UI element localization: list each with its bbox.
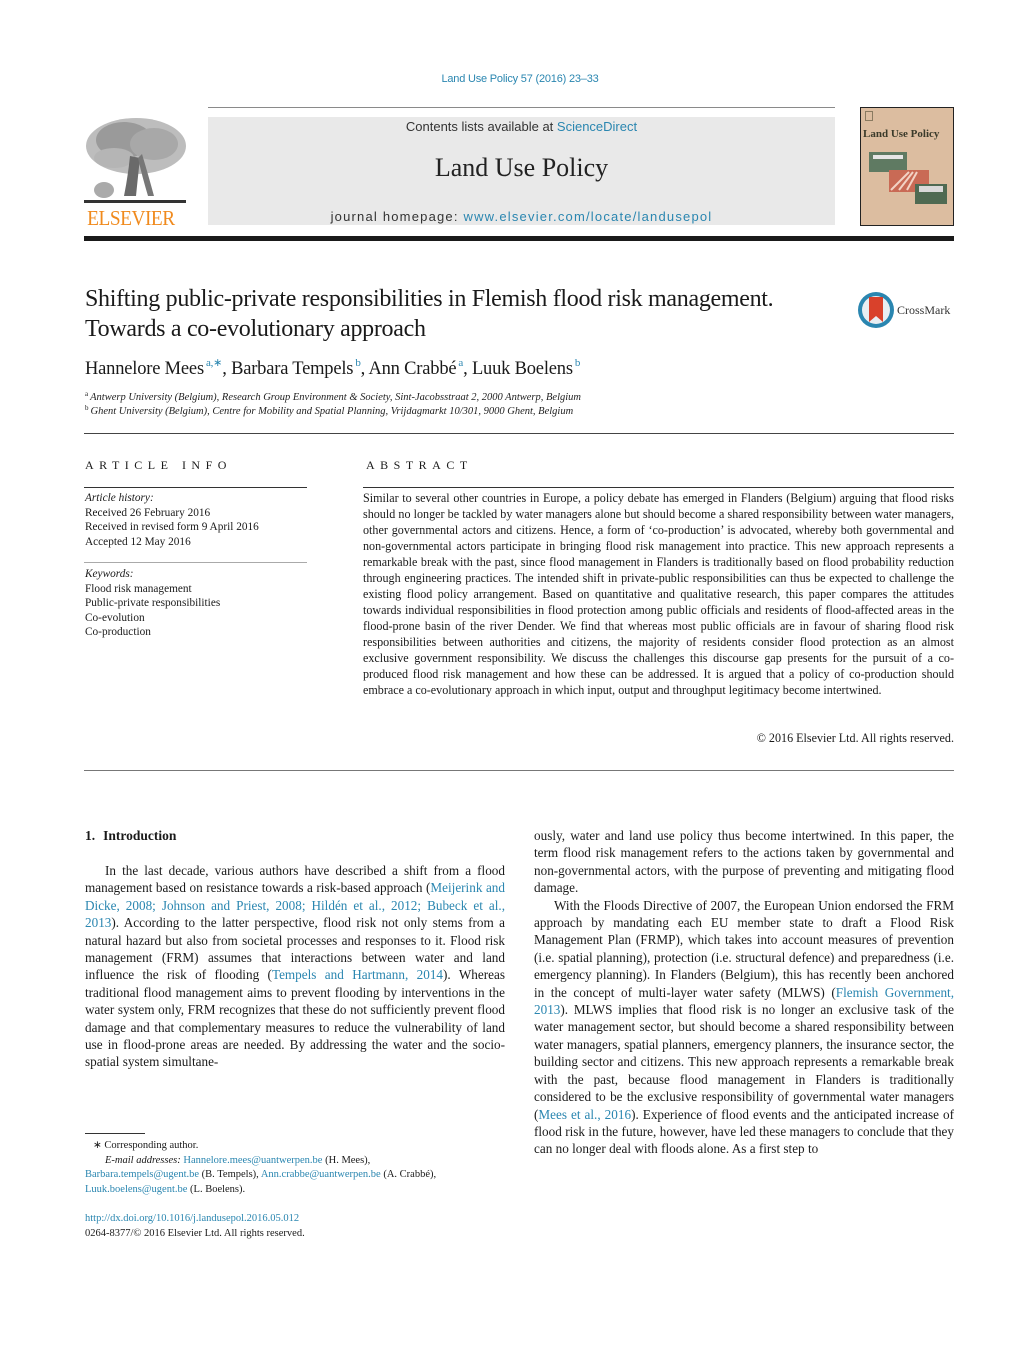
author-name: Luuk Boelens xyxy=(471,359,573,379)
publisher-name: ELSEVIER xyxy=(87,206,175,230)
article-info-heading: ARTICLE INFO xyxy=(85,458,232,472)
cover-publisher-mark-icon xyxy=(865,111,873,121)
citation-link[interactable]: Mees et al., 2016 xyxy=(538,1107,631,1122)
email-link[interactable]: Luuk.boelens@ugent.be xyxy=(85,1184,187,1195)
email-line: Barbara.tempels@ugent.be (B. Tempels), A… xyxy=(85,1168,505,1183)
author-name: Hannelore Mees xyxy=(85,359,204,379)
article-title: Shifting public-private responsibilities… xyxy=(85,286,774,342)
abstract-bottom-rule xyxy=(84,770,954,771)
paragraph: With the Floods Directive of 2007, the E… xyxy=(534,897,954,1158)
author[interactable]: Luuk Boelens b xyxy=(471,357,581,379)
publisher-logo[interactable]: ELSEVIER xyxy=(84,116,186,230)
history-item: Received in revised form 9 April 2016 xyxy=(85,521,259,533)
email-owner: (H. Mees), xyxy=(322,1154,371,1166)
journal-homepage-link[interactable]: www.elsevier.com/locate/landusepol xyxy=(463,209,712,224)
keywords: Keywords: Flood risk management Public-p… xyxy=(85,567,220,640)
article-history-label: Article history: xyxy=(85,492,154,504)
email-owner: (A. Crabbé), xyxy=(380,1169,437,1180)
affiliation-text: Ghent University (Belgium), Centre for M… xyxy=(90,406,574,417)
journal-name: Land Use Policy xyxy=(434,153,609,182)
author-affiliation-marker[interactable]: a xyxy=(458,357,463,369)
cover-photos-icon xyxy=(869,152,947,204)
history-item: Received 26 February 2016 xyxy=(85,506,211,519)
author-name: Barbara Tempels xyxy=(231,359,354,379)
contents-prefix: Contents lists available at xyxy=(405,119,557,134)
abstract-text: Similar to several other countries in Eu… xyxy=(363,491,954,697)
text-run: ). MLWS implies that flood risk is no lo… xyxy=(534,1002,954,1122)
paragraph: ously, water and land use policy thus be… xyxy=(534,828,954,896)
doi-block: http://dx.doi.org/10.1016/j.landusepol.2… xyxy=(85,1212,305,1241)
keywords-label: Keywords: xyxy=(85,568,134,580)
history-item: Accepted 12 May 2016 xyxy=(85,535,191,548)
keyword: Flood risk management xyxy=(85,582,192,595)
email-link[interactable]: Ann.crabbe@uantwerpen.be xyxy=(261,1169,381,1180)
journal-cover[interactable]: Land Use Policy xyxy=(860,107,954,226)
running-head[interactable]: Land Use Policy 57 (2016) 23–33 xyxy=(0,73,1020,85)
author-affiliation-marker[interactable]: b xyxy=(355,357,361,369)
top-rule xyxy=(208,107,835,108)
author-affiliation-marker[interactable]: b xyxy=(575,357,581,369)
homepage-line: journal homepage: www.elsevier.com/locat… xyxy=(208,209,835,224)
abstract-rule xyxy=(363,487,954,488)
body-column-left: In the last decade, various authors have… xyxy=(85,862,505,1071)
text-run: ). Whereas traditional flood management … xyxy=(85,967,505,1070)
journal-masthead: Contents lists available at ScienceDirec… xyxy=(208,117,835,225)
paragraph: In the last decade, various authors have… xyxy=(85,862,505,1071)
sciencedirect-link[interactable]: ScienceDirect xyxy=(557,119,637,134)
footnote-block: ∗ Corresponding author. E-mail addresses… xyxy=(85,1139,505,1197)
author[interactable]: Barbara Tempels b xyxy=(231,357,361,379)
contents-line: Contents lists available at ScienceDirec… xyxy=(208,119,835,134)
body-column-right: ously, water and land use policy thus be… xyxy=(534,827,954,1158)
crossmark-icon xyxy=(858,292,894,328)
homepage-prefix: journal homepage: xyxy=(330,209,464,224)
crossmark-button[interactable]: CrossMark xyxy=(857,291,957,331)
corresponding-author-note: ∗ Corresponding author. xyxy=(93,1140,199,1151)
section-divider xyxy=(84,433,954,434)
section-heading-introduction: 1. Introduction xyxy=(85,828,176,844)
article-history: Article history: Received 26 February 20… xyxy=(85,491,259,549)
cover-title: Land Use Policy xyxy=(863,128,940,140)
email-owner: (L. Boelens). xyxy=(187,1183,246,1195)
email-line: Luuk.boelens@ugent.be (L. Boelens). xyxy=(85,1183,505,1198)
article-info-rule xyxy=(84,487,307,488)
email-link[interactable]: Hannelore.mees@uantwerpen.be xyxy=(183,1155,322,1166)
section-title: Introduction xyxy=(103,828,177,843)
footnote-rule xyxy=(85,1133,145,1134)
email-label: E-mail addresses: xyxy=(105,1154,181,1166)
issn-copyright: 0264-8377/© 2016 Elsevier Ltd. All right… xyxy=(85,1227,305,1239)
keyword: Public-private responsibilities xyxy=(85,597,221,609)
abstract-heading: ABSTRACT xyxy=(366,458,473,472)
keywords-rule xyxy=(84,562,307,563)
crossmark-label: CrossMark xyxy=(897,303,951,317)
citation-link[interactable]: Tempels and Hartmann, 2014 xyxy=(272,967,443,982)
affiliation-key: a xyxy=(85,390,89,398)
keyword: Co-evolution xyxy=(85,611,145,624)
affiliation: a Antwerp University (Belgium), Research … xyxy=(85,390,581,403)
author[interactable]: Hannelore Mees a,∗ xyxy=(85,357,222,379)
abstract-copyright: © 2016 Elsevier Ltd. All rights reserved… xyxy=(756,731,954,745)
author-name: Ann Crabbé xyxy=(368,359,457,379)
email-line: E-mail addresses: Hannelore.mees@uantwer… xyxy=(85,1154,505,1169)
author-affiliation-marker[interactable]: a,∗ xyxy=(206,357,222,369)
keyword: Co-production xyxy=(85,626,151,638)
elsevier-tree-icon xyxy=(84,116,186,206)
affiliation-text: Antwerp University (Belgium), Research G… xyxy=(90,392,581,403)
author[interactable]: Ann Crabbé a xyxy=(368,357,463,379)
section-number: 1. xyxy=(85,828,96,843)
affiliation: b Ghent University (Belgium), Centre for … xyxy=(85,404,573,417)
email-owner: (B. Tempels), xyxy=(199,1169,261,1180)
affiliation-key: b xyxy=(85,404,89,412)
doi-link[interactable]: http://dx.doi.org/10.1016/j.landusepol.2… xyxy=(85,1213,299,1224)
author-list: Hannelore Mees a,∗, Barbara Tempels b, Ann… xyxy=(85,357,581,379)
email-link[interactable]: Barbara.tempels@ugent.be xyxy=(85,1169,199,1180)
header-thick-rule xyxy=(84,236,954,241)
